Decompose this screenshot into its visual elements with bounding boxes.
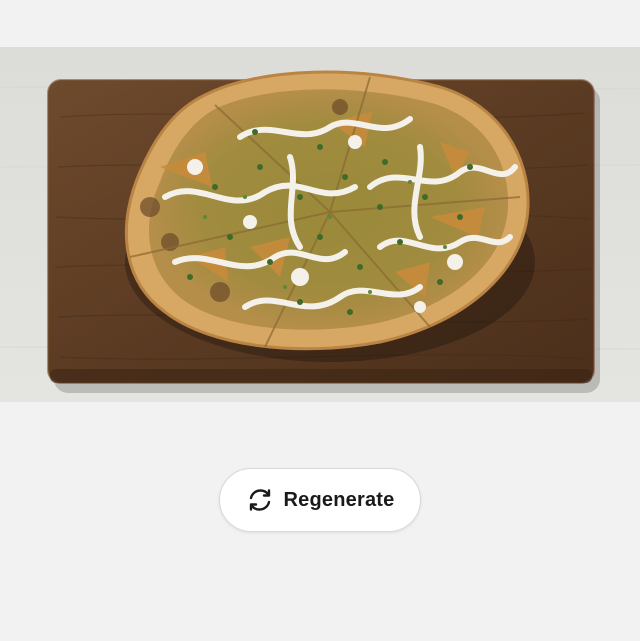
regenerate-label: Regenerate	[283, 488, 395, 511]
refresh-icon	[246, 486, 274, 514]
generated-image	[0, 47, 640, 402]
top-bar	[0, 0, 640, 47]
regenerate-button[interactable]: Regenerate	[219, 468, 421, 532]
pizza-on-board-illustration	[0, 47, 640, 402]
